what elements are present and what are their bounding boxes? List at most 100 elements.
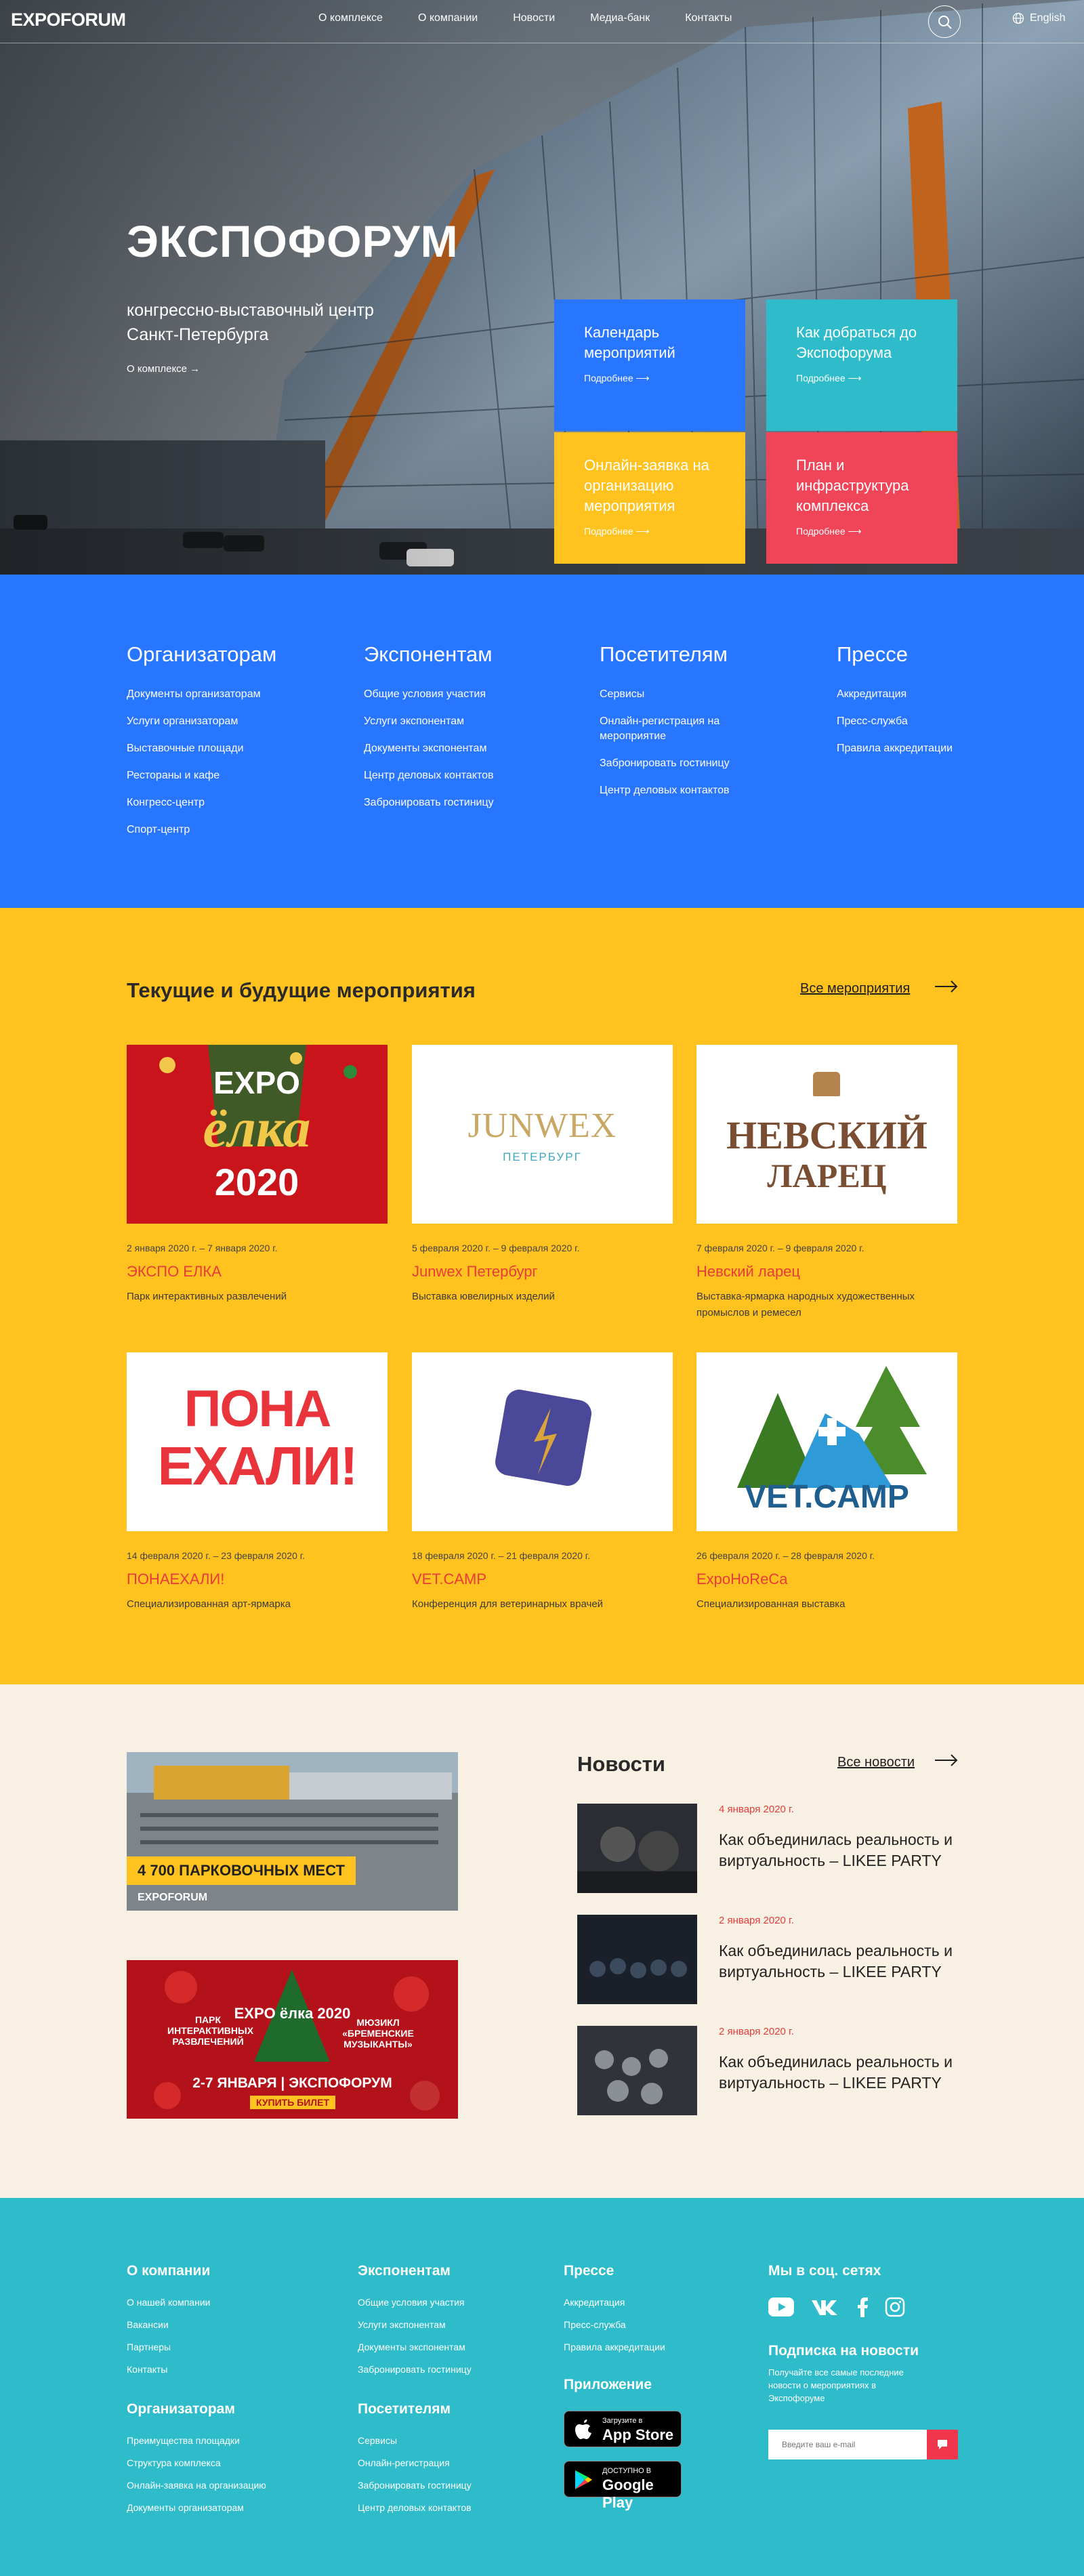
arrow-right-icon[interactable] bbox=[935, 1753, 958, 1767]
news-headline[interactable]: Как объединилась реальность и виртуально… bbox=[719, 1940, 963, 1982]
event-card[interactable]: 18 февраля 2020 г. – 21 февраля 2020 г. … bbox=[412, 1352, 673, 1613]
footer-link[interactable]: Правила аккредитации bbox=[564, 2342, 665, 2352]
footer-link[interactable]: Забронировать гостиницу bbox=[358, 2480, 472, 2491]
footer-link[interactable]: Контакты bbox=[127, 2364, 210, 2375]
site-logo[interactable]: EXPOFORUM bbox=[11, 9, 126, 30]
language-switch[interactable]: English bbox=[1012, 12, 1065, 24]
event-description: Выставка ювелирных изделий bbox=[412, 1291, 555, 1302]
ponaehali-logo-line2: ЕХАЛИ! bbox=[157, 1436, 358, 1496]
footer-link[interactable]: Услуги экспонентам bbox=[358, 2319, 472, 2330]
event-card[interactable]: НЕВСКИЙ ЛАРЕЦ 7 февраля 2020 г. – 9 февр… bbox=[696, 1045, 957, 1321]
tile-title: План и инфраструктура комплекса bbox=[796, 457, 909, 514]
subscribe-button[interactable] bbox=[927, 2430, 958, 2459]
footer-link[interactable]: Онлайн-заявка на организацию bbox=[127, 2480, 266, 2491]
chest-icon bbox=[813, 1072, 840, 1096]
event-name[interactable]: Junwex Петербург bbox=[412, 1263, 673, 1281]
footer-link[interactable]: Аккредитация bbox=[564, 2297, 665, 2308]
all-events-link[interactable]: Все мероприятия bbox=[800, 981, 910, 997]
vetcamp-logo-text: VET.CAMP bbox=[745, 1479, 909, 1515]
hero: EXPOFORUM О комплексе О компании Новости… bbox=[0, 0, 1084, 575]
instagram-icon[interactable] bbox=[885, 2297, 905, 2317]
event-name[interactable]: ПОНАЕХАЛИ! bbox=[127, 1571, 388, 1588]
link[interactable]: Забронировать гостиницу bbox=[364, 795, 587, 810]
footer-link[interactable]: Вакансии bbox=[127, 2319, 210, 2330]
link[interactable]: Документы организаторам bbox=[127, 687, 350, 702]
search-button[interactable] bbox=[928, 5, 961, 38]
youtube-icon[interactable] bbox=[768, 2298, 794, 2317]
tile-complex-plan[interactable]: План и инфраструктура комплекса Подробне… bbox=[766, 432, 957, 564]
footer-exhibitors-column: Экспонентам Общие условия участия Услуги… bbox=[358, 2263, 472, 2386]
footer-visitors-column: Посетителям Сервисы Онлайн-регистрация З… bbox=[358, 2401, 472, 2525]
nav-about-company[interactable]: О компании bbox=[418, 12, 478, 24]
footer-link[interactable]: Партнеры bbox=[127, 2342, 210, 2352]
footer-link[interactable]: Сервисы bbox=[358, 2435, 472, 2446]
parking-aerial-photo bbox=[127, 1752, 458, 1911]
footer-link[interactable]: Центр деловых контактов bbox=[358, 2502, 472, 2513]
tile-online-application[interactable]: Онлайн-заявка на организацию мероприятия… bbox=[554, 432, 745, 564]
nav-media-bank[interactable]: Медиа-банк bbox=[590, 12, 650, 24]
arrow-right-icon[interactable] bbox=[935, 980, 958, 993]
link[interactable]: Общие условия участия bbox=[364, 687, 587, 702]
link[interactable]: Выставочные площади bbox=[127, 741, 350, 756]
news-photo bbox=[577, 2026, 697, 2115]
tile-title: Как добраться до Экспофорума bbox=[796, 324, 917, 361]
link[interactable]: Документы экспонентам bbox=[364, 741, 587, 756]
link[interactable]: Услуги экспонентам bbox=[364, 714, 587, 729]
tile-event-calendar[interactable]: Календарь мероприятий Подробнее ⟶ bbox=[554, 299, 745, 431]
news-headline[interactable]: Как объединилась реальность и виртуально… bbox=[719, 1829, 963, 1871]
nav-news[interactable]: Новости bbox=[513, 12, 555, 24]
link[interactable]: Пресс-служба bbox=[837, 714, 1060, 729]
main-nav: О комплексе О компании Новости Медиа-бан… bbox=[318, 12, 767, 24]
footer-link[interactable]: Документы экспонентам bbox=[358, 2342, 472, 2352]
event-name[interactable]: ЭКСПО ЕЛКА bbox=[127, 1263, 388, 1281]
footer-organizers-column: Организаторам Преимущества площадки Стру… bbox=[127, 2401, 266, 2525]
footer-link[interactable]: Документы организаторам bbox=[127, 2502, 266, 2513]
link[interactable]: Аккредитация bbox=[837, 687, 1060, 702]
nav-about-complex[interactable]: О комплексе bbox=[318, 12, 383, 24]
google-play-button[interactable]: ДОСТУПНО В Google Play bbox=[564, 2461, 682, 2511]
link[interactable]: Сервисы bbox=[600, 687, 749, 702]
footer-link[interactable]: Пресс-служба bbox=[564, 2319, 665, 2330]
footer-link[interactable]: Преимущества площадки bbox=[127, 2435, 266, 2446]
news-item[interactable]: 2 января 2020 г. Как объединилась реальн… bbox=[577, 1915, 957, 2004]
facebook-icon[interactable] bbox=[856, 2297, 869, 2317]
news-item[interactable]: 4 января 2020 г. Как объединилась реальн… bbox=[577, 1804, 957, 1893]
link[interactable]: Правила аккредитации bbox=[837, 741, 1060, 756]
news-headline[interactable]: Как объединилась реальность и виртуально… bbox=[719, 2052, 963, 2094]
buy-ticket-button[interactable]: КУПИТЬ БИЛЕТ bbox=[250, 2096, 335, 2109]
footer-column-title: Прессе bbox=[564, 2263, 614, 2279]
nav-contacts[interactable]: Контакты bbox=[685, 12, 732, 24]
event-name[interactable]: VET.CAMP bbox=[412, 1571, 673, 1588]
vk-icon[interactable] bbox=[810, 2298, 840, 2317]
all-news-link[interactable]: Все новости bbox=[837, 1755, 915, 1770]
footer-link[interactable]: Структура комплекса bbox=[127, 2457, 266, 2468]
tile-how-to-get[interactable]: Как добраться до Экспофорума Подробнее ⟶ bbox=[766, 299, 957, 431]
news-section: 4 700 ПАРКОВОЧНЫХ МЕСТ EXPOFORUM ПАРК ИН… bbox=[0, 1684, 1084, 2198]
footer-link[interactable]: Забронировать гостиницу bbox=[358, 2364, 472, 2375]
link[interactable]: Спорт-центр bbox=[127, 823, 350, 837]
link[interactable]: Онлайн-регистрация на мероприятие bbox=[600, 714, 749, 744]
footer-link[interactable]: Онлайн-регистрация bbox=[358, 2457, 472, 2468]
news-item[interactable]: 2 января 2020 г. Как объединилась реальн… bbox=[577, 2026, 957, 2115]
event-card[interactable]: JUNWEX ПЕТЕРБУРГ 5 февраля 2020 г. – 9 ф… bbox=[412, 1045, 673, 1305]
link[interactable]: Рестораны и кафе bbox=[127, 768, 350, 783]
footer-link[interactable]: Общие условия участия bbox=[358, 2297, 472, 2308]
event-date: 26 февраля 2020 г. – 28 февраля 2020 г. bbox=[696, 1550, 875, 1561]
link[interactable]: Услуги организаторам bbox=[127, 714, 350, 729]
event-name[interactable]: Невский ларец bbox=[696, 1263, 957, 1281]
link[interactable]: Центр деловых контактов bbox=[364, 768, 587, 783]
link[interactable]: Центр деловых контактов bbox=[600, 783, 749, 798]
app-store-button[interactable]: Загрузите в App Store bbox=[564, 2411, 682, 2447]
footer-link[interactable]: О нашей компании bbox=[127, 2297, 210, 2308]
link[interactable]: Конгресс-центр bbox=[127, 795, 350, 810]
parking-banner[interactable]: 4 700 ПАРКОВОЧНЫХ МЕСТ EXPOFORUM bbox=[127, 1752, 458, 1911]
subscribe-email-input[interactable] bbox=[768, 2430, 928, 2459]
event-name[interactable]: ExpoHoReCa bbox=[696, 1571, 957, 1588]
footer-column-title: Посетителям bbox=[358, 2401, 451, 2417]
link[interactable]: Забронировать гостиницу bbox=[600, 756, 749, 771]
event-card[interactable]: ПОНА ЕХАЛИ! 14 февраля 2020 г. – 23 февр… bbox=[127, 1352, 388, 1613]
about-complex-link[interactable]: О комплексе → bbox=[127, 363, 200, 375]
event-card[interactable]: EXPO ёлка 2020 2 января 2020 г. – 7 янва… bbox=[127, 1045, 388, 1305]
expo-elka-banner[interactable]: ПАРК ИНТЕРАКТИВНЫХ РАЗВЛЕЧЕНИЙ МЮЗИКЛ «Б… bbox=[127, 1960, 458, 2119]
event-card[interactable]: VET.CAMP 26 февраля 2020 г. – 28 февраля… bbox=[696, 1352, 957, 1613]
